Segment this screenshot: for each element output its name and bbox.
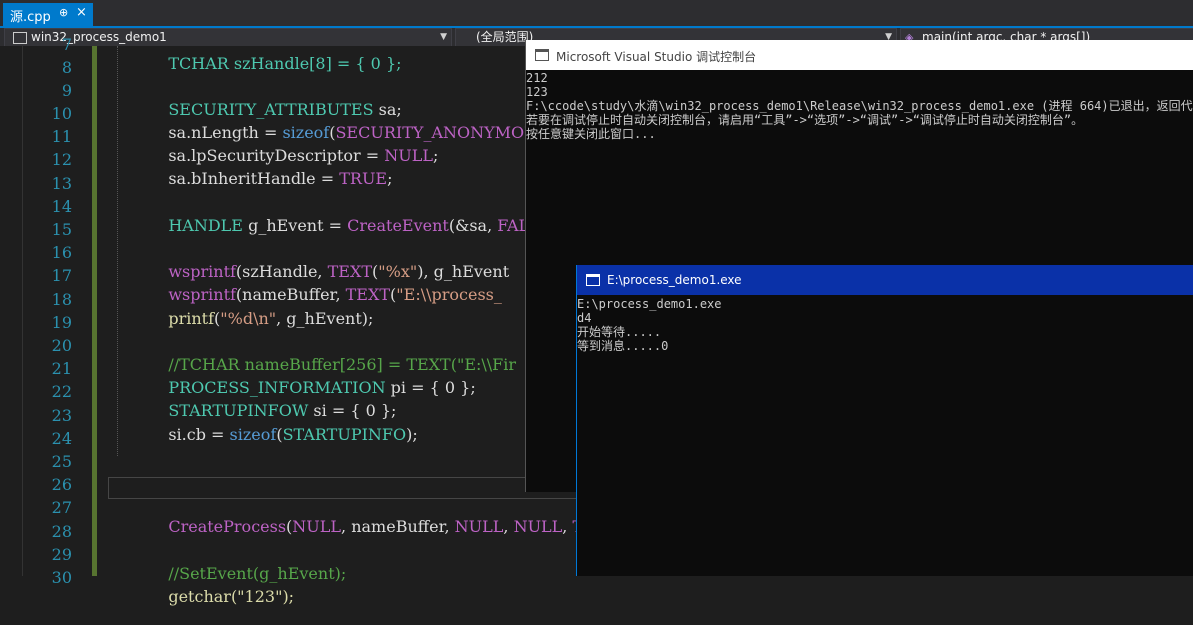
line-number: 26: [51, 475, 72, 494]
pin-icon[interactable]: ⊕: [59, 6, 68, 19]
line-number: 19: [51, 313, 72, 332]
code-line: si.cb = sizeof(STARTUPINFO);: [168, 425, 418, 444]
console-output-line: 按任意键关闭此窗口...: [526, 127, 656, 141]
close-icon[interactable]: ×: [76, 5, 87, 20]
console-output-line: d4: [577, 311, 592, 325]
console-output-line: E:\process_demo1.exe: [577, 297, 722, 311]
console-window-icon: [586, 274, 600, 286]
console-output-line: F:\ccode\study\水滴\win32_process_demo1\Re…: [526, 99, 1193, 113]
line-number: 21: [51, 359, 72, 378]
process-console-title: E:\process_demo1.exe: [607, 273, 742, 287]
line-number: 27: [51, 498, 72, 517]
line-number: 20: [51, 336, 72, 355]
line-number: 29: [51, 545, 72, 564]
debug-console-titlebar[interactable]: Microsoft Visual Studio 调试控制台: [526, 40, 1193, 70]
document-tab-strip: 源.cpp ⊕ ×: [0, 0, 1193, 26]
line-number: 23: [51, 406, 72, 425]
current-line-highlight: [108, 477, 580, 499]
line-number: 11: [51, 127, 72, 146]
line-number: 10: [51, 104, 72, 123]
console-output-line: 等到消息.....0: [577, 339, 669, 353]
change-tracking-bar: [92, 46, 97, 576]
line-number: 28: [51, 522, 72, 541]
indent-guide: [117, 46, 118, 456]
gutter-separator: [22, 46, 23, 576]
console-output-line: 212: [526, 71, 548, 85]
line-number: 17: [51, 266, 72, 285]
process-console-titlebar[interactable]: E:\process_demo1.exe: [577, 265, 1193, 295]
tab-filename: 源.cpp: [10, 10, 51, 25]
console-window-icon: [535, 49, 549, 61]
line-number: 16: [51, 243, 72, 262]
code-line: getchar("123");: [168, 587, 295, 606]
line-number: 7: [61, 35, 72, 54]
line-number: 22: [51, 382, 72, 401]
line-number: 30: [51, 568, 72, 587]
line-number: 13: [51, 174, 72, 193]
line-number: 8: [61, 58, 72, 77]
console-output-line: 若要在调试停止时自动关闭控制台，请启用“工具”->“选项”->“调试”->“调试…: [526, 113, 1084, 127]
line-number: 9: [61, 81, 72, 100]
line-number: 15: [51, 220, 72, 239]
tab-source-cpp[interactable]: 源.cpp ⊕ ×: [3, 3, 93, 26]
console-output-line: 123: [526, 85, 548, 99]
dropdown-arrow-icon: ▼: [440, 32, 447, 42]
line-number: 14: [51, 197, 72, 216]
project-icon: [13, 32, 27, 44]
line-number: 12: [51, 150, 72, 169]
line-number: 24: [51, 429, 72, 448]
process-console-window[interactable]: E:\process_demo1.exe E:\process_demo1.ex…: [576, 265, 1193, 576]
line-number: 25: [51, 452, 72, 471]
line-number: 18: [51, 290, 72, 309]
console-output-line: 开始等待.....: [577, 325, 662, 339]
debug-console-title: Microsoft Visual Studio 调试控制台: [556, 50, 757, 64]
